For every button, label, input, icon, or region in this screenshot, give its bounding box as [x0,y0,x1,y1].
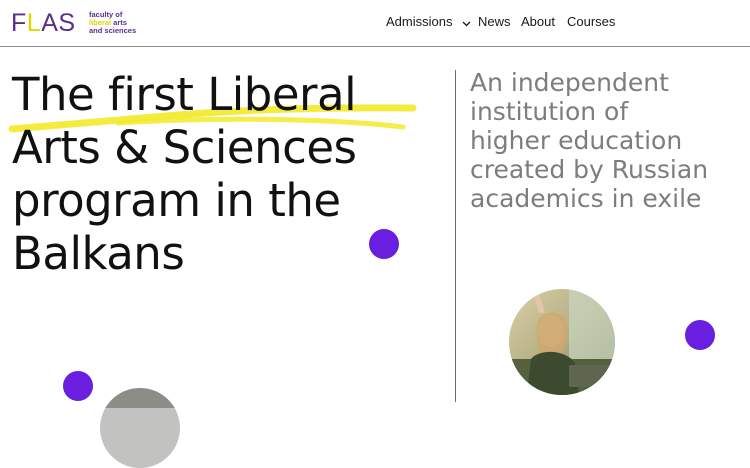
headline-line: program in the [12,174,341,227]
site-header: FLAS faculty of liberal arts and science… [0,0,750,47]
decorative-dot [685,320,715,350]
nav-admissions[interactable]: Admissions [386,14,471,31]
decorative-dot [63,371,93,401]
logo-tagline: faculty of liberal arts and sciences [89,10,137,35]
subhead-line: institution of [470,97,629,126]
logo-wordmark: FLAS [11,9,76,37]
subhead-line: academics in exile [470,184,702,213]
decorative-dot [369,229,399,259]
subhead-line: higher education [470,126,683,155]
headline-line: The first Liberal [12,68,357,121]
headline-line: Arts & Sciences [12,121,357,174]
nav-about[interactable]: About [521,14,555,30]
vertical-divider [455,70,456,402]
subhead-line: An independent [470,68,669,97]
hero-subhead: An independent institution of higher edu… [470,68,745,213]
nav-courses[interactable]: Courses [567,14,615,30]
chevron-down-icon [462,15,471,31]
nav-admissions-label: Admissions [386,14,453,29]
campus-photo [100,388,180,468]
subhead-line: created by Russian [470,155,709,184]
student-photo [509,289,615,395]
nav-news[interactable]: News [478,14,511,30]
